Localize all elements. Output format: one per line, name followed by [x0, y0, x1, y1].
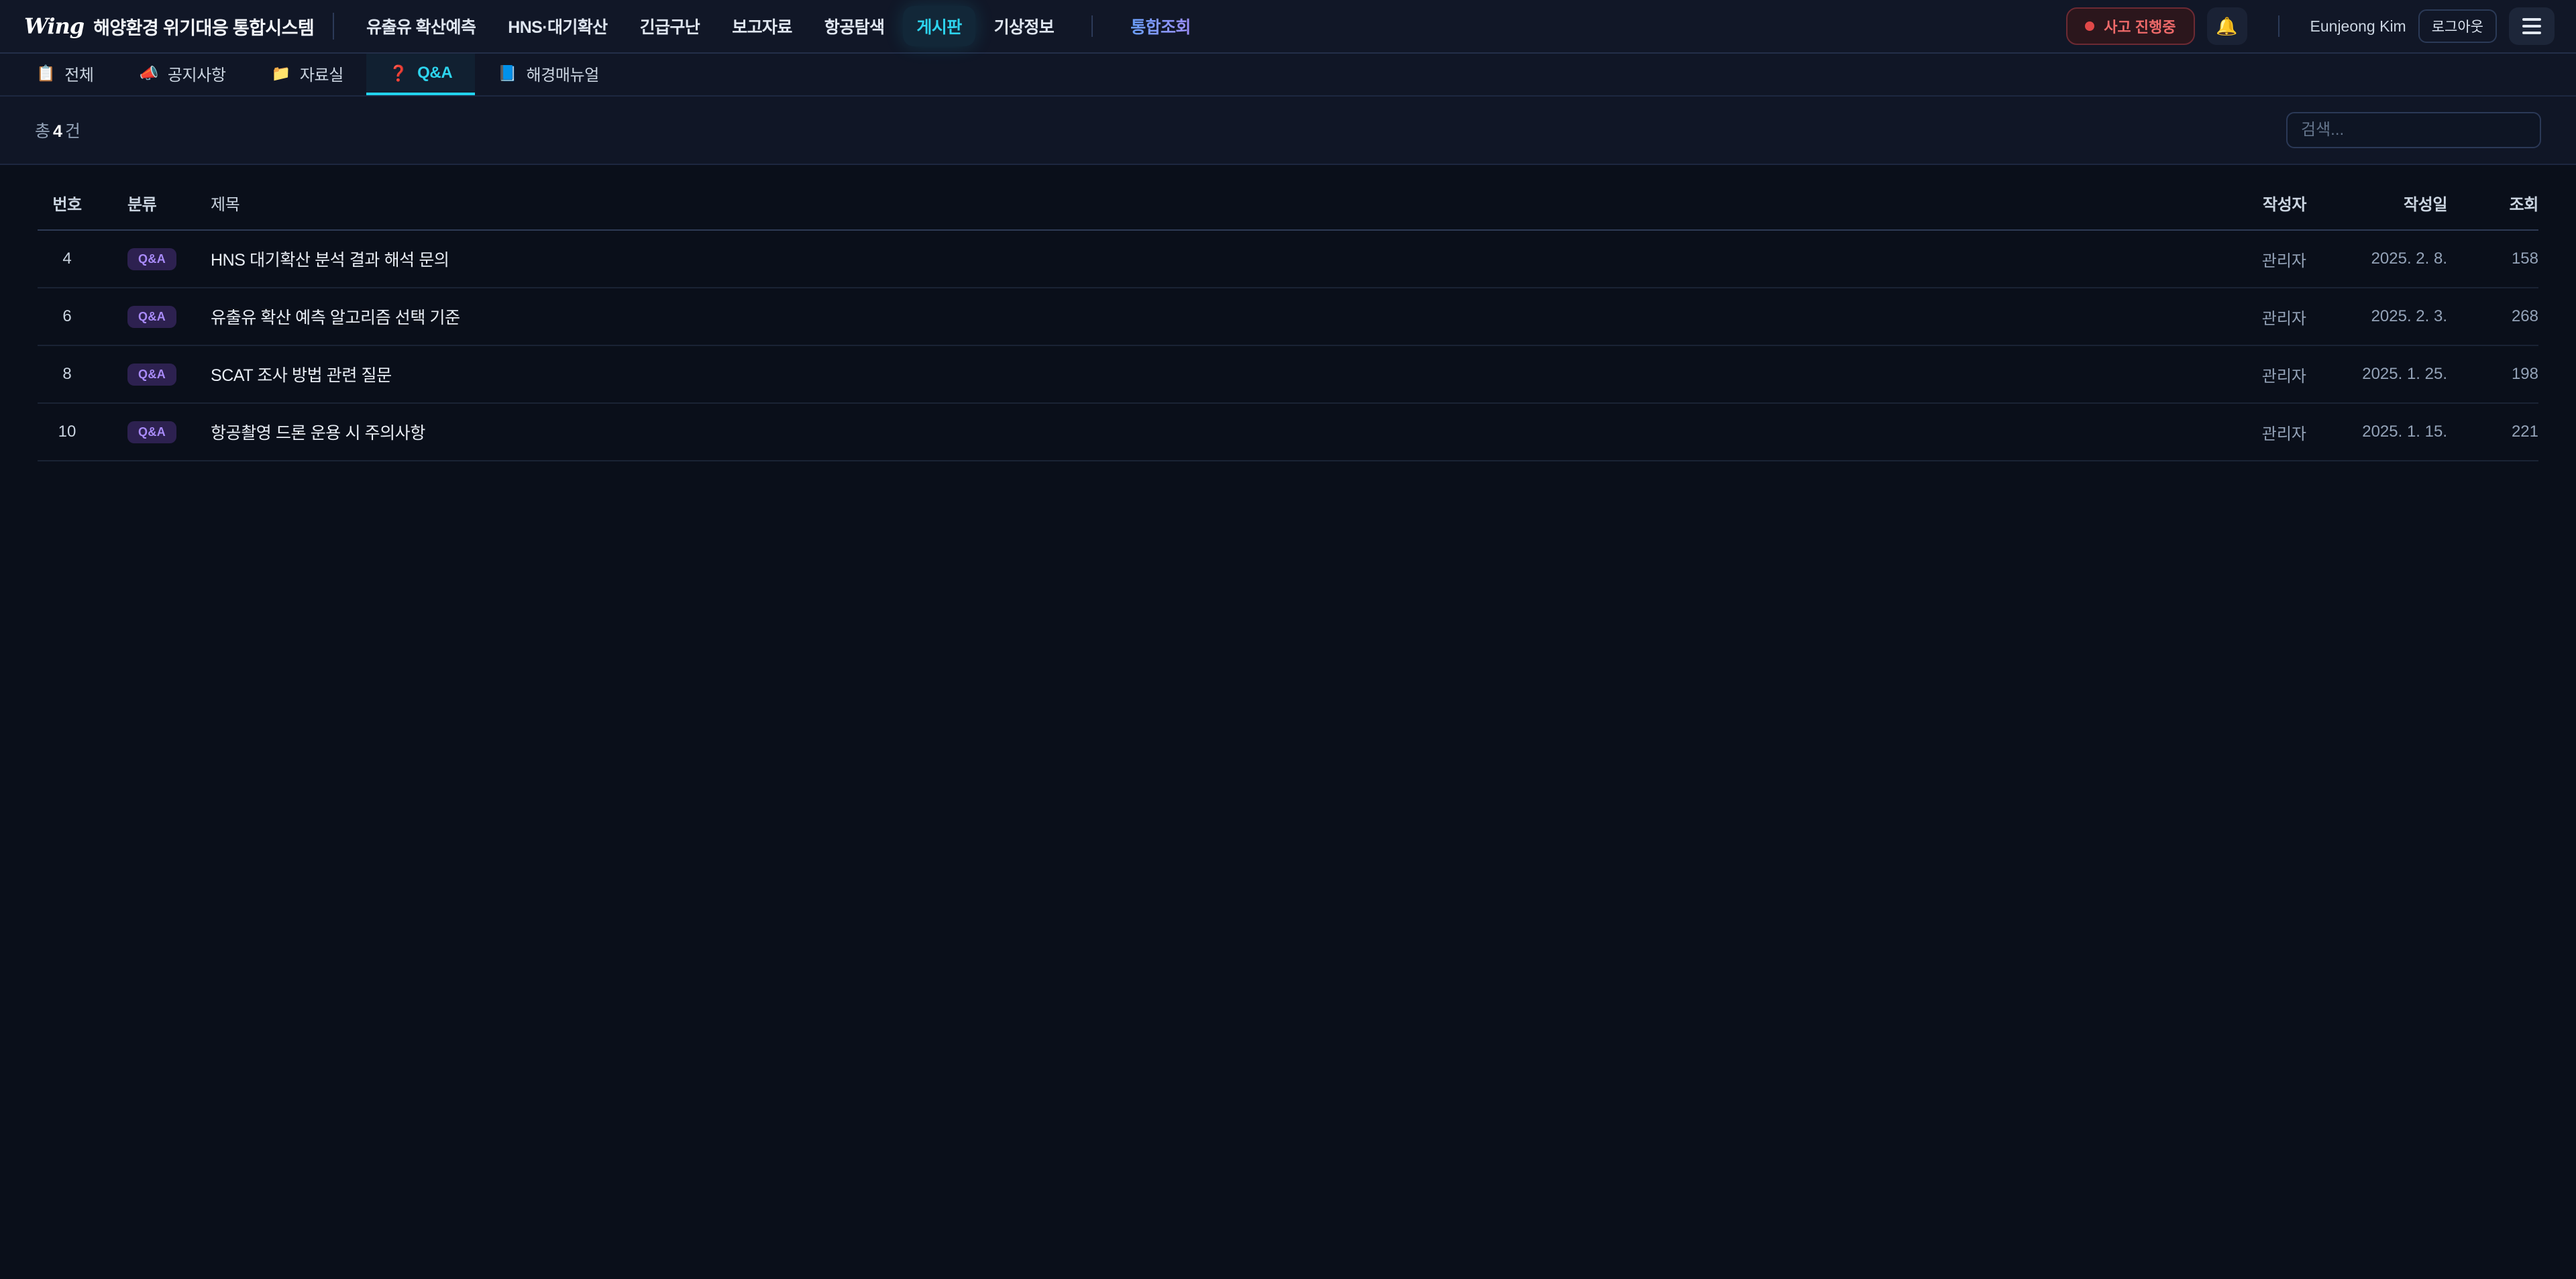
tab-archive[interactable]: 📁 자료실 [249, 54, 366, 95]
table-row[interactable]: 8 Q&A SCAT 조사 방법 관련 질문관리자2025. 1. 25.198 [38, 346, 2538, 404]
incident-badge-label: 사고 진행중 [2104, 15, 2176, 37]
main-nav: 유출유 확산예측HNS·대기확산긴급구난보고자료항공탐색게시판기상정보 통합조회 [353, 6, 1204, 46]
col-header-title: 제목 [211, 191, 2145, 215]
row-author: 관리자 [2145, 421, 2306, 444]
row-number: 10 [38, 423, 97, 441]
tab-label: Q&A [417, 64, 452, 82]
search-input[interactable] [2286, 112, 2541, 148]
tab-qna[interactable]: ❓ Q&A [366, 54, 475, 95]
category-badge: Q&A [127, 364, 176, 386]
divider [1091, 15, 1093, 37]
incident-dot-icon [2085, 21, 2094, 31]
row-number: 6 [38, 307, 97, 326]
col-header-category: 분류 [97, 191, 211, 215]
tab-label: 전체 [64, 62, 93, 85]
row-category-cell: Q&A [97, 248, 211, 270]
divider [2278, 15, 2279, 37]
tab-all[interactable]: 📋 전체 [13, 54, 117, 95]
tab-label: 자료실 [300, 62, 343, 85]
row-number: 8 [38, 365, 97, 384]
total-count: 총4건 [35, 118, 80, 142]
row-author: 관리자 [2145, 363, 2306, 386]
row-views: 268 [2447, 307, 2538, 326]
row-date: 2025. 2. 3. [2306, 307, 2447, 326]
tab-label: 공지사항 [168, 62, 226, 85]
row-title[interactable]: SCAT 조사 방법 관련 질문 [211, 362, 2145, 386]
list-toolbar: 총4건 [0, 97, 2576, 165]
category-badge: Q&A [127, 248, 176, 270]
nav-item-0[interactable]: 유출유 확산예측 [353, 6, 489, 46]
nav-item-7[interactable]: 통합조회 [1117, 6, 1204, 46]
nav-item-1[interactable]: HNS·대기확산 [494, 6, 621, 46]
table-body: 4Q&AHNS 대기확산 분석 결과 해석 문의관리자2025. 2. 8.15… [38, 231, 2538, 461]
manual-tab-icon: 📘 [498, 64, 517, 82]
topbar-right: 사고 진행중 🔔 Eunjeong Kim 로그아웃 [2066, 7, 2555, 45]
table-header-row: 번호 분류 제목 작성자 작성일 조회 [38, 165, 2538, 231]
user-name: Eunjeong Kim [2310, 17, 2406, 36]
table-row[interactable]: 4 Q&A HNS 대기확산 분석 결과 해석 문의관리자2025. 2. 8.15… [38, 231, 2538, 288]
row-title[interactable]: 유출유 확산 예측 알고리즘 선택 기준 [211, 304, 2145, 329]
row-number: 4 [38, 249, 97, 268]
row-category-cell: Q&A [97, 421, 211, 443]
row-category-cell: Q&A [97, 364, 211, 386]
nav-item-4[interactable]: 항공탐색 [811, 6, 898, 46]
app-title: 해양환경 위기대응 통합시스템 [93, 13, 314, 40]
top-bar: Wing 해양환경 위기대응 통합시스템 유출유 확산예측HNS·대기확산긴급구… [0, 0, 2576, 54]
table-row[interactable]: 10 Q&A 항공촬영 드론 운용 시 주의사항관리자2025. 1. 15.221 [38, 404, 2538, 461]
board-tabs-bar: 📋 전체 📣 공지사항 📁 자료실 ❓ Q&A 📘 해경매뉴얼 [0, 54, 2576, 97]
col-header-views: 조회 [2447, 191, 2538, 215]
all-tab-icon: 📋 [36, 64, 55, 82]
hamburger-icon [2522, 18, 2541, 34]
logout-button[interactable]: 로그아웃 [2418, 9, 2497, 43]
board-content: 번호 분류 제목 작성자 작성일 조회 4 Q&A HNS 대기확산 분석 결과 해… [0, 165, 2576, 461]
row-views: 221 [2447, 423, 2538, 441]
divider [333, 13, 334, 40]
row-category-cell: Q&A [97, 306, 211, 328]
nav-item-3[interactable]: 보고자료 [718, 6, 806, 46]
nav-item-6[interactable]: 기상정보 [981, 6, 1068, 46]
hamburger-menu-button[interactable] [2509, 7, 2555, 45]
row-views: 158 [2447, 249, 2538, 268]
qna-tab-icon: ❓ [389, 64, 408, 82]
tab-notice[interactable]: 📣 공지사항 [117, 54, 249, 95]
app-logo[interactable]: Wing 해양환경 위기대응 통합시스템 [24, 13, 314, 40]
total-count-number: 4 [50, 122, 65, 141]
nav-item-2[interactable]: 긴급구난 [627, 6, 714, 46]
bell-icon: 🔔 [2216, 16, 2237, 37]
col-header-date: 작성일 [2306, 191, 2447, 215]
tab-manual[interactable]: 📘 해경매뉴얼 [475, 54, 622, 95]
archive-tab-icon: 📁 [272, 64, 290, 82]
category-badge: Q&A [127, 421, 176, 443]
notification-bell-button[interactable]: 🔔 [2207, 7, 2247, 45]
row-title[interactable]: 항공촬영 드론 운용 시 주의사항 [211, 420, 2145, 444]
category-badge: Q&A [127, 306, 176, 328]
col-header-no: 번호 [38, 191, 97, 215]
col-header-author: 작성자 [2145, 191, 2306, 215]
tab-label: 해경매뉴얼 [527, 62, 599, 85]
row-title[interactable]: HNS 대기확산 분석 결과 해석 문의 [211, 247, 2145, 271]
nav-item-5[interactable]: 게시판 [903, 6, 975, 46]
row-date: 2025. 2. 8. [2306, 249, 2447, 268]
table-row[interactable]: 6 Q&A 유출유 확산 예측 알고리즘 선택 기준관리자2025. 2. 3.26… [38, 288, 2538, 346]
row-author: 관리자 [2145, 247, 2306, 271]
row-views: 198 [2447, 365, 2538, 384]
incident-status-badge[interactable]: 사고 진행중 [2066, 7, 2194, 45]
logo-wing-mark: Wing [24, 13, 84, 39]
row-date: 2025. 1. 15. [2306, 423, 2447, 441]
notice-tab-icon: 📣 [140, 64, 158, 82]
row-date: 2025. 1. 25. [2306, 365, 2447, 384]
row-author: 관리자 [2145, 305, 2306, 329]
